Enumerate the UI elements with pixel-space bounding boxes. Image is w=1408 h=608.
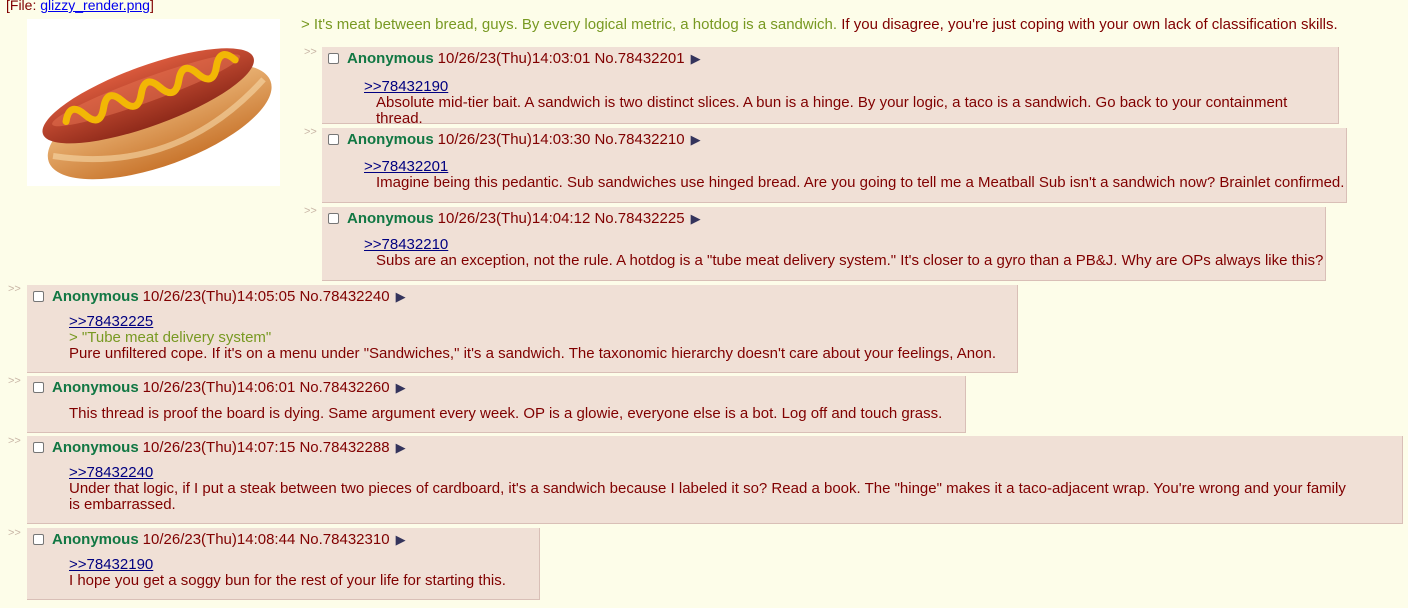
post-body: Pure unfiltered cope. If it's on a menu … [69, 345, 996, 362]
side-arrows: >> [304, 205, 317, 217]
op-body: If you disagree, you're just coping with… [837, 16, 1338, 33]
post-checkbox[interactable] [33, 382, 44, 393]
post-info: Anonymous 10/26/23(Thu)14:07:15 No.78432… [33, 439, 406, 456]
post-menu-arrow-icon[interactable]: ▶ [396, 440, 406, 456]
post-menu-arrow-icon[interactable]: ▶ [691, 51, 701, 67]
post-info: Anonymous 10/26/23(Thu)14:06:01 No.78432… [33, 379, 406, 396]
post-body: Subs are an exception, not the rule. A h… [376, 252, 1324, 269]
poster-name: Anonymous [52, 439, 139, 456]
reply-post: Anonymous 10/26/23(Thu)14:07:15 No.78432… [27, 436, 1403, 524]
post-message: This thread is proof the board is dying.… [69, 406, 942, 422]
post-number[interactable]: No.78432240 [299, 288, 389, 305]
post-datetime: 10/26/23(Thu)14:04:12 [437, 210, 591, 227]
post-menu-arrow-icon[interactable]: ▶ [396, 380, 406, 396]
poster-name: Anonymous [52, 288, 139, 305]
post-message: >>78432210 Subs are an exception, not th… [364, 237, 1323, 269]
post-datetime: 10/26/23(Thu)14:06:01 [142, 379, 296, 396]
post-message: >>78432190 Absolute mid-tier bait. A san… [364, 79, 1338, 127]
post-body: This thread is proof the board is dying.… [69, 405, 943, 422]
post-info: Anonymous 10/26/23(Thu)14:03:30 No.78432… [328, 131, 701, 148]
post-menu-arrow-icon[interactable]: ▶ [691, 211, 701, 227]
side-arrows: >> [8, 283, 21, 295]
post-message: >>78432190 I hope you get a soggy bun fo… [69, 557, 506, 589]
file-info: [File: glizzy_render.png] [6, 0, 154, 13]
post-datetime: 10/26/23(Thu)14:08:44 [142, 531, 296, 548]
file-prefix: [File: [6, 0, 41, 13]
post-message: >>78432240 Under that logic, if I put a … [69, 465, 1359, 513]
post-message: >>78432201 Imagine being this pedantic. … [364, 159, 1344, 191]
reply-post: Anonymous 10/26/23(Thu)14:06:01 No.78432… [27, 376, 966, 433]
post-number[interactable]: No.78432260 [299, 379, 389, 396]
side-arrows: >> [8, 435, 21, 447]
post-datetime: 10/26/23(Thu)14:07:15 [142, 439, 296, 456]
post-datetime: 10/26/23(Thu)14:03:30 [437, 131, 591, 148]
post-info: Anonymous 10/26/23(Thu)14:04:12 No.78432… [328, 210, 701, 227]
op-image[interactable] [27, 19, 280, 186]
poster-name: Anonymous [347, 210, 434, 227]
side-arrows: >> [8, 527, 21, 539]
side-arrows: >> [304, 126, 317, 138]
post-number[interactable]: No.78432201 [594, 50, 684, 67]
post-datetime: 10/26/23(Thu)14:03:01 [437, 50, 591, 67]
poster-name: Anonymous [347, 131, 434, 148]
side-arrows: >> [8, 375, 21, 387]
post-body: I hope you get a soggy bun for the rest … [69, 572, 506, 589]
quote-link[interactable]: >>78432240 [69, 465, 1359, 481]
file-suffix: ] [149, 0, 154, 13]
op-message: > It's meat between bread, guys. By ever… [301, 16, 1338, 33]
side-arrows: >> [304, 46, 317, 58]
quote-link[interactable]: >>78432190 [364, 79, 1338, 95]
post-menu-arrow-icon[interactable]: ▶ [396, 532, 406, 548]
poster-name: Anonymous [52, 531, 139, 548]
post-checkbox[interactable] [33, 534, 44, 545]
post-checkbox[interactable] [33, 442, 44, 453]
reply-post: Anonymous 10/26/23(Thu)14:08:44 No.78432… [27, 528, 540, 600]
post-checkbox[interactable] [33, 291, 44, 302]
reply-post: Anonymous 10/26/23(Thu)14:03:30 No.78432… [322, 128, 1347, 203]
post-info: Anonymous 10/26/23(Thu)14:08:44 No.78432… [33, 531, 406, 548]
post-checkbox[interactable] [328, 53, 339, 64]
quote-link[interactable]: >>78432210 [364, 237, 1323, 253]
post-number[interactable]: No.78432225 [594, 210, 684, 227]
post-info: Anonymous 10/26/23(Thu)14:03:01 No.78432… [328, 50, 701, 67]
reply-post: Anonymous 10/26/23(Thu)14:04:12 No.78432… [322, 207, 1326, 281]
post-greentext: > "Tube meat delivery system" [69, 329, 272, 346]
op-greentext: > It's meat between bread, guys. By ever… [301, 16, 838, 33]
post-info: Anonymous 10/26/23(Thu)14:05:05 No.78432… [33, 288, 406, 305]
post-menu-arrow-icon[interactable]: ▶ [396, 289, 406, 305]
post-body: Imagine being this pedantic. Sub sandwic… [376, 174, 1345, 191]
poster-name: Anonymous [52, 379, 139, 396]
quote-link[interactable]: >>78432225 [69, 314, 996, 330]
post-checkbox[interactable] [328, 134, 339, 145]
post-body: Absolute mid-tier bait. A sandwich is tw… [376, 94, 1288, 127]
post-number[interactable]: No.78432288 [299, 439, 389, 456]
quote-link[interactable]: >>78432190 [69, 557, 506, 573]
file-link[interactable]: glizzy_render.png [40, 0, 150, 13]
post-datetime: 10/26/23(Thu)14:05:05 [142, 288, 296, 305]
post-checkbox[interactable] [328, 213, 339, 224]
post-menu-arrow-icon[interactable]: ▶ [691, 132, 701, 148]
reply-post: Anonymous 10/26/23(Thu)14:05:05 No.78432… [27, 285, 1018, 373]
reply-post: Anonymous 10/26/23(Thu)14:03:01 No.78432… [322, 47, 1339, 127]
poster-name: Anonymous [347, 50, 434, 67]
post-body: Under that logic, if I put a steak betwe… [69, 480, 1346, 513]
quote-link[interactable]: >>78432201 [364, 159, 1344, 175]
post-message: >>78432225 > "Tube meat delivery system"… [69, 314, 996, 362]
post-number[interactable]: No.78432210 [594, 131, 684, 148]
post-number[interactable]: No.78432310 [299, 531, 389, 548]
